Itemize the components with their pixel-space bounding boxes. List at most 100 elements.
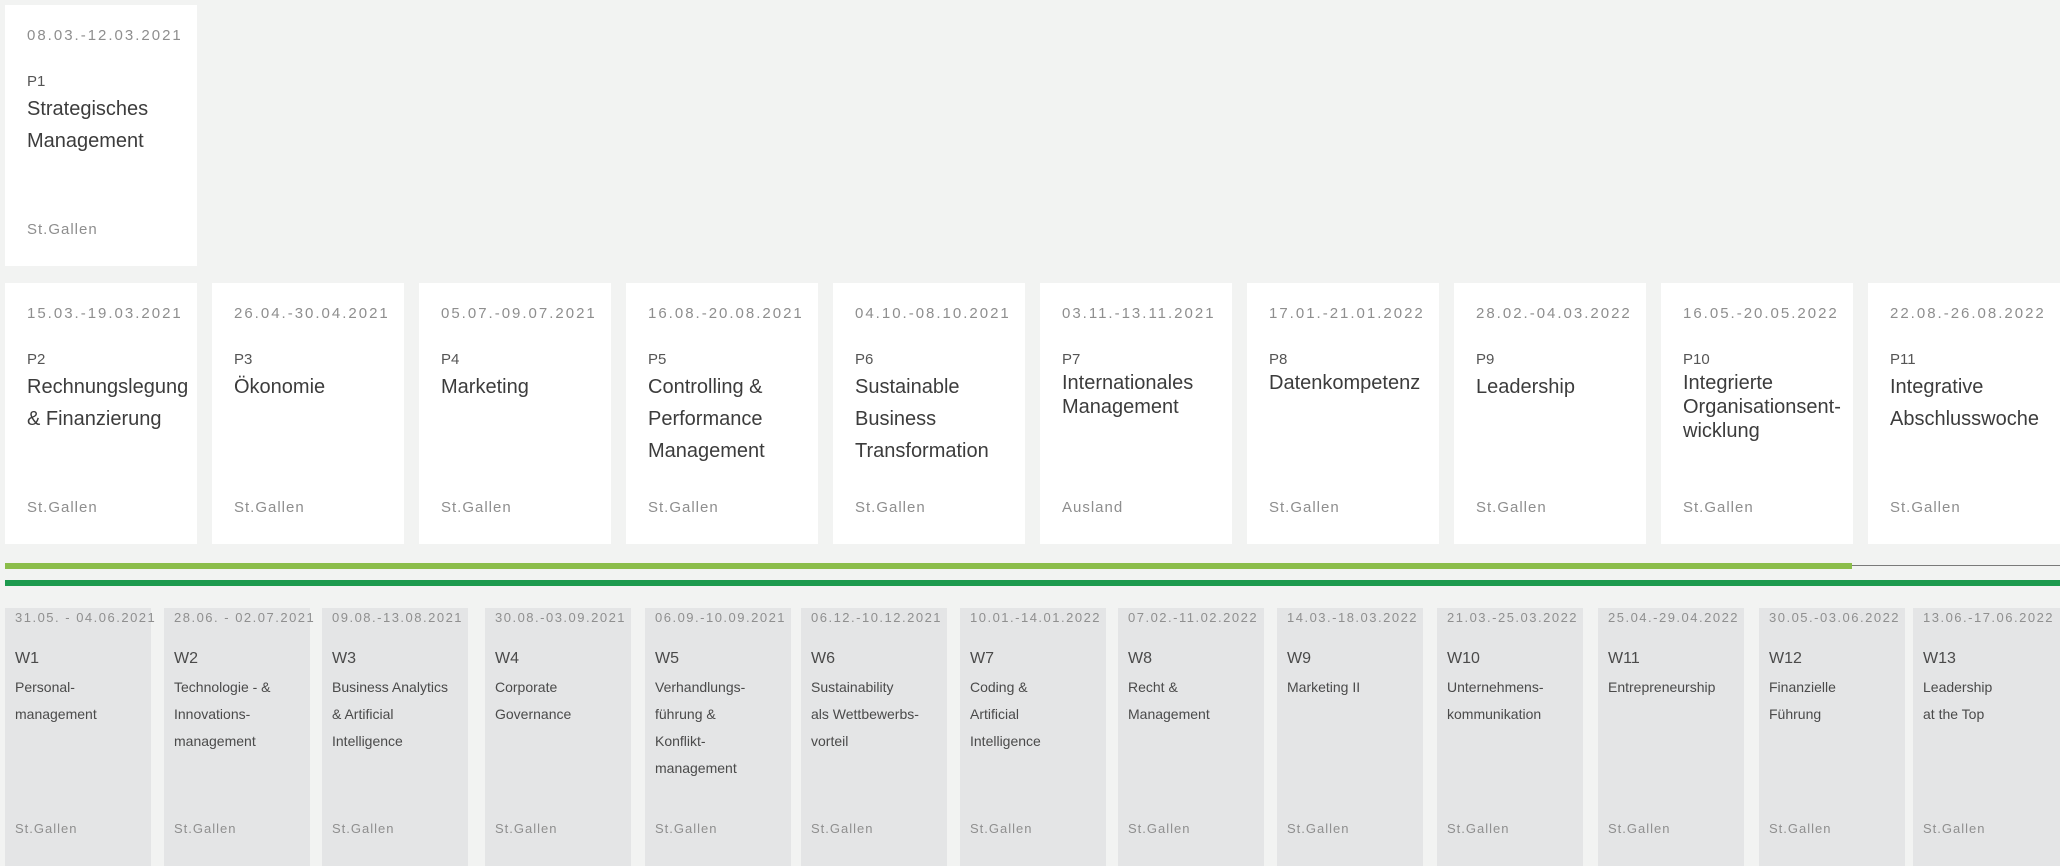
module-location: St.Gallen [234, 499, 305, 516]
module-code: P9 [1476, 351, 1495, 368]
module-card-p2[interactable]: 15.03.-19.03.2021 P2 Rechnungslegung & F… [5, 283, 197, 544]
weekly-card-w8[interactable]: 07.02.-11.02.2022 W8 Recht & Management … [1118, 608, 1264, 866]
weekly-location: St.Gallen [1287, 821, 1350, 836]
weekly-card-w9[interactable]: 14.03.-18.03.2022 W9 Marketing II St.Gal… [1277, 608, 1423, 866]
module-date: 05.07.-09.07.2021 [441, 305, 597, 322]
weekly-code: W6 [811, 650, 835, 667]
module-title: Controlling & Performance Management [648, 376, 765, 462]
weekly-code: W10 [1447, 650, 1480, 667]
weekly-date: 28.06. - 02.07.2021 [174, 610, 316, 625]
module-card-p3[interactable]: 26.04.-30.04.2021 P3 Ökonomie St.Gallen [212, 283, 404, 544]
weekly-code: W1 [15, 650, 39, 667]
weekly-location: St.Gallen [15, 821, 78, 836]
module-title: Marketing [441, 376, 529, 398]
weekly-title: Business Analytics & Artificial Intellig… [332, 679, 448, 749]
module-date: 04.10.-08.10.2021 [855, 305, 1011, 322]
weekly-card-w11[interactable]: 25.04.-29.04.2022 W11 Entrepreneurship S… [1598, 608, 1744, 866]
weekly-card-w7[interactable]: 10.01.-14.01.2022 W7 Coding & Artificial… [960, 608, 1106, 866]
module-title: Strategisches Management [27, 98, 149, 152]
weekly-title: Corporate Governance [495, 679, 572, 722]
weekly-code: W2 [174, 650, 198, 667]
weekly-date: 30.08.-03.09.2021 [495, 610, 627, 625]
module-date: 16.08.-20.08.2021 [648, 305, 804, 322]
weekly-card-w1[interactable]: 31.05. - 04.06.2021 W1 Personal- managem… [5, 608, 155, 866]
weekly-card-w4[interactable]: 30.08.-03.09.2021 W4 Corporate Governanc… [485, 608, 631, 866]
weekly-location: St.Gallen [174, 821, 237, 836]
module-date: 28.02.-04.03.2022 [1476, 305, 1632, 322]
module-card-p9[interactable]: 28.02.-04.03.2022 P9 Leadership St.Galle… [1454, 283, 1646, 544]
module-location: St.Gallen [27, 221, 98, 238]
weekly-date: 10.01.-14.01.2022 [970, 610, 1102, 625]
weekly-date: 21.03.-25.03.2022 [1447, 610, 1579, 625]
weekly-code: W5 [655, 650, 679, 667]
weekly-location: St.Gallen [970, 821, 1033, 836]
module-code: P2 [27, 351, 46, 368]
weekly-date: 30.05.-03.06.2022 [1769, 610, 1901, 625]
module-date: 26.04.-30.04.2021 [234, 305, 390, 322]
module-card-p4[interactable]: 05.07.-09.07.2021 P4 Marketing St.Gallen [419, 283, 611, 544]
module-card-p6[interactable]: 04.10.-08.10.2021 P6 Sustainable Busines… [833, 283, 1025, 544]
weekly-title: Verhandlungs- führung & Konflikt- manage… [655, 679, 746, 776]
weekly-code: W13 [1923, 650, 1956, 667]
module-code: P7 [1062, 351, 1081, 368]
weekly-title: Personal- management [15, 679, 97, 722]
module-card-p5[interactable]: 16.08.-20.08.2021 P5 Controlling & Perfo… [626, 283, 818, 544]
weekly-card-w2[interactable]: 28.06. - 02.07.2021 W2 Technologie - & I… [164, 608, 314, 866]
weekly-title: Sustainability als Wettbewerbs- vorteil [811, 679, 919, 749]
weekly-date: 31.05. - 04.06.2021 [15, 610, 157, 625]
weekly-location: St.Gallen [495, 821, 558, 836]
timeline-line-dark [5, 580, 2060, 586]
module-location: St.Gallen [441, 499, 512, 516]
module-card-p7[interactable]: 03.11.-13.11.2021 P7 Internationales Man… [1040, 283, 1232, 544]
module-location: St.Gallen [1269, 499, 1340, 516]
weekly-card-w13[interactable]: 13.06.-17.06.2022 W13 Leadership at the … [1913, 608, 2060, 866]
module-location: St.Gallen [1890, 499, 1961, 516]
weekly-card-w10[interactable]: 21.03.-25.03.2022 W10 Unternehmens- komm… [1437, 608, 1583, 866]
module-location: Ausland [1062, 499, 1124, 516]
weekly-card-w12[interactable]: 30.05.-03.06.2022 W12 Finanzielle Führun… [1759, 608, 1905, 866]
module-title: Rechnungslegung & Finanzierung [27, 376, 189, 430]
module-code: P4 [441, 351, 460, 368]
module-date: 03.11.-13.11.2021 [1062, 305, 1216, 322]
weekly-title: Marketing II [1287, 679, 1361, 695]
module-card-p8[interactable]: 17.01.-21.01.2022 P8 Datenkompetenz St.G… [1247, 283, 1439, 544]
weekly-location: St.Gallen [1923, 821, 1986, 836]
weekly-location: St.Gallen [1608, 821, 1671, 836]
module-card-p10[interactable]: 16.05.-20.05.2022 P10 Integrierte Organi… [1661, 283, 1853, 544]
weekly-location: St.Gallen [655, 821, 718, 836]
weekly-code: W11 [1608, 650, 1640, 667]
module-location: St.Gallen [27, 499, 98, 516]
module-code: P1 [27, 73, 46, 90]
module-code: P10 [1683, 351, 1710, 368]
module-title: Datenkompetenz [1269, 372, 1421, 394]
weekly-date: 09.08.-13.08.2021 [332, 610, 464, 625]
module-date: 17.01.-21.01.2022 [1269, 305, 1425, 322]
module-code: P5 [648, 351, 667, 368]
weekly-title: Coding & Artificial Intelligence [970, 679, 1041, 749]
weekly-location: St.Gallen [811, 821, 874, 836]
weekly-card-w5[interactable]: 06.09.-10.09.2021 W5 Verhandlungs- führu… [645, 608, 791, 866]
module-date: 22.08.-26.08.2022 [1890, 305, 2046, 322]
module-card-p11[interactable]: 22.08.-26.08.2022 P11 Integrative Abschl… [1868, 283, 2060, 544]
timeline-line-thin [1852, 565, 2060, 566]
weekly-date: 07.02.-11.02.2022 [1128, 610, 1259, 625]
module-title: Sustainable Business Transformation [855, 376, 989, 462]
module-location: St.Gallen [648, 499, 719, 516]
weekly-date: 25.04.-29.04.2022 [1608, 610, 1740, 625]
module-location: St.Gallen [1476, 499, 1547, 516]
weekly-location: St.Gallen [1447, 821, 1510, 836]
module-code: P8 [1269, 351, 1288, 368]
weekly-code: W12 [1769, 650, 1802, 667]
weekly-card-w6[interactable]: 06.12.-10.12.2021 W6 Sustainability als … [801, 608, 947, 866]
weekly-location: St.Gallen [332, 821, 395, 836]
module-card-p1[interactable]: 08.03.-12.03.2021 P1 Strategisches Manag… [5, 5, 197, 266]
module-title: Integrierte Organisationsent- wicklung [1683, 372, 1841, 442]
weekly-title: Recht & Management [1128, 679, 1210, 722]
weekly-location: St.Gallen [1128, 821, 1191, 836]
module-date: 08.03.-12.03.2021 [27, 27, 183, 44]
module-code: P11 [1890, 351, 1916, 368]
weekly-date: 14.03.-18.03.2022 [1287, 610, 1419, 625]
module-title: Integrative Abschlusswoche [1890, 376, 2039, 430]
weekly-card-w3[interactable]: 09.08.-13.08.2021 W3 Business Analytics … [322, 608, 468, 866]
module-title: Internationales Management [1062, 372, 1194, 418]
